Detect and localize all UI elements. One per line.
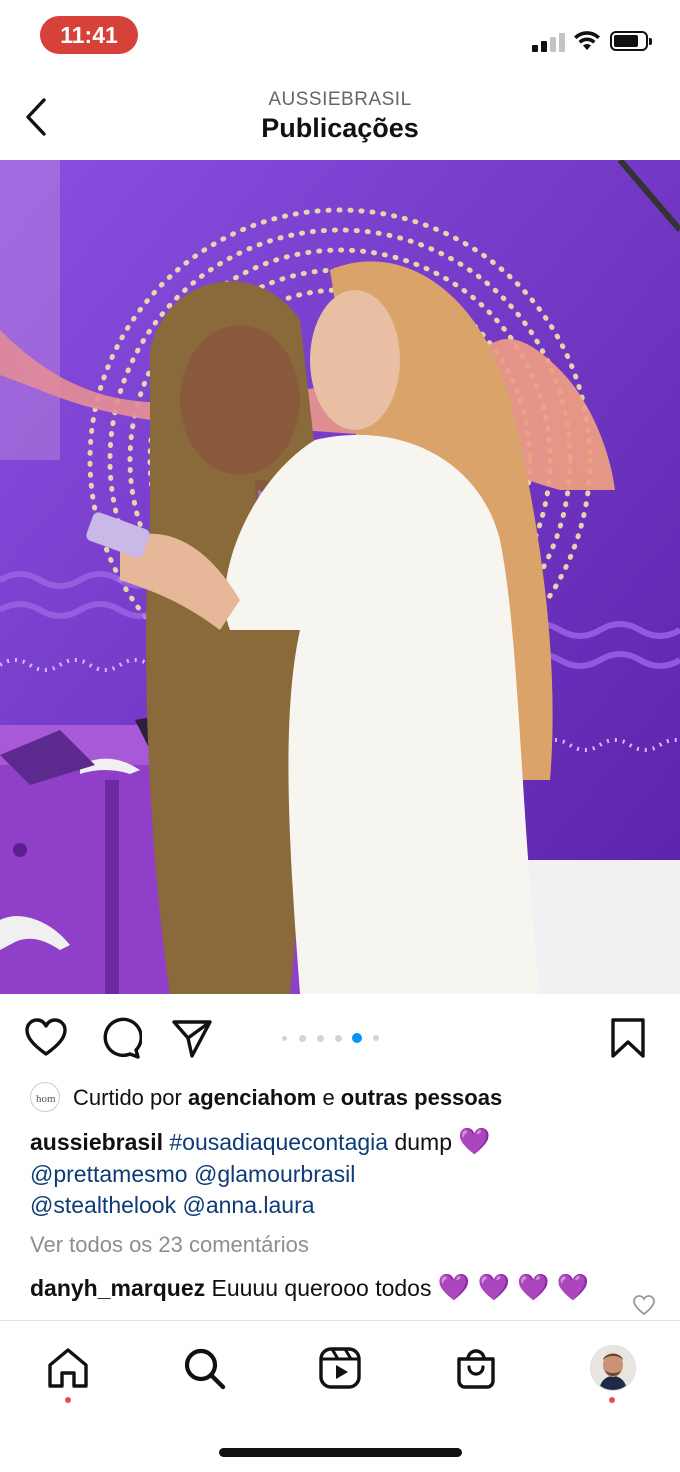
carousel-dot-active (352, 1033, 362, 1043)
caption-mention[interactable]: @stealthelook (30, 1192, 176, 1218)
caption-hashtag[interactable]: #ousadiaquecontagia (169, 1129, 388, 1155)
comment-text: Euuuu querooo todos (211, 1275, 432, 1301)
bottom-nav (0, 1320, 680, 1472)
view-all-comments-link[interactable]: Ver todos os 23 comentários (30, 1232, 309, 1258)
wifi-icon (574, 31, 600, 50)
status-bar: 11:41 (0, 0, 680, 72)
caption-author[interactable]: aussiebrasil (30, 1129, 163, 1155)
home-indicator (219, 1448, 462, 1457)
shop-icon[interactable] (453, 1345, 499, 1391)
comment-author[interactable]: danyh_marquez (30, 1275, 205, 1301)
likes-others-link[interactable]: outras pessoas (341, 1085, 502, 1110)
liker-avatar: hom (30, 1082, 60, 1112)
comment-icon[interactable] (98, 1016, 142, 1060)
page-title: Publicações (261, 113, 419, 143)
home-icon[interactable] (45, 1345, 91, 1391)
header: AUSSIEBRASIL Publicações (0, 80, 680, 158)
likes-row[interactable]: hom Curtido por agenciahom e outras pess… (30, 1082, 670, 1118)
purple-heart-emoji: 💜 (458, 1126, 491, 1156)
caption-mention[interactable]: @prettamesmo (30, 1161, 188, 1187)
heart-icon[interactable] (24, 1016, 68, 1060)
battery-icon (610, 31, 652, 51)
likes-middle: e (316, 1085, 341, 1110)
likes-prefix: Curtido por (73, 1085, 188, 1110)
comment-emojis: 💜 💜 💜 💜 (437, 1272, 590, 1302)
search-icon[interactable] (181, 1345, 227, 1391)
svg-text:hom: hom (36, 1093, 56, 1105)
caption-mention[interactable]: @anna.laura (183, 1192, 315, 1218)
comment-preview: danyh_marquez Euuuu querooo todos 💜 💜 💜 … (30, 1272, 620, 1316)
home-notification-dot (65, 1397, 71, 1403)
status-time: 11:41 (40, 16, 138, 54)
caption-text: dump (388, 1129, 459, 1155)
profile-notification-dot (609, 1397, 615, 1403)
liker-username[interactable]: agenciahom (188, 1085, 316, 1110)
reels-icon[interactable] (317, 1345, 363, 1391)
post-image[interactable] (0, 160, 680, 994)
post-caption: aussiebrasil #ousadiaquecontagia dump 💜 … (30, 1126, 650, 1222)
profile-avatar[interactable] (590, 1345, 636, 1391)
send-icon[interactable] (170, 1016, 214, 1060)
account-username: AUSSIEBRASIL (268, 89, 412, 110)
comment-heart-icon[interactable] (632, 1294, 656, 1316)
cellular-signal-icon (532, 32, 566, 52)
post-actions (0, 1000, 680, 1076)
caption-mention[interactable]: @glamourbrasil (194, 1161, 355, 1187)
bookmark-icon[interactable] (606, 1016, 650, 1060)
